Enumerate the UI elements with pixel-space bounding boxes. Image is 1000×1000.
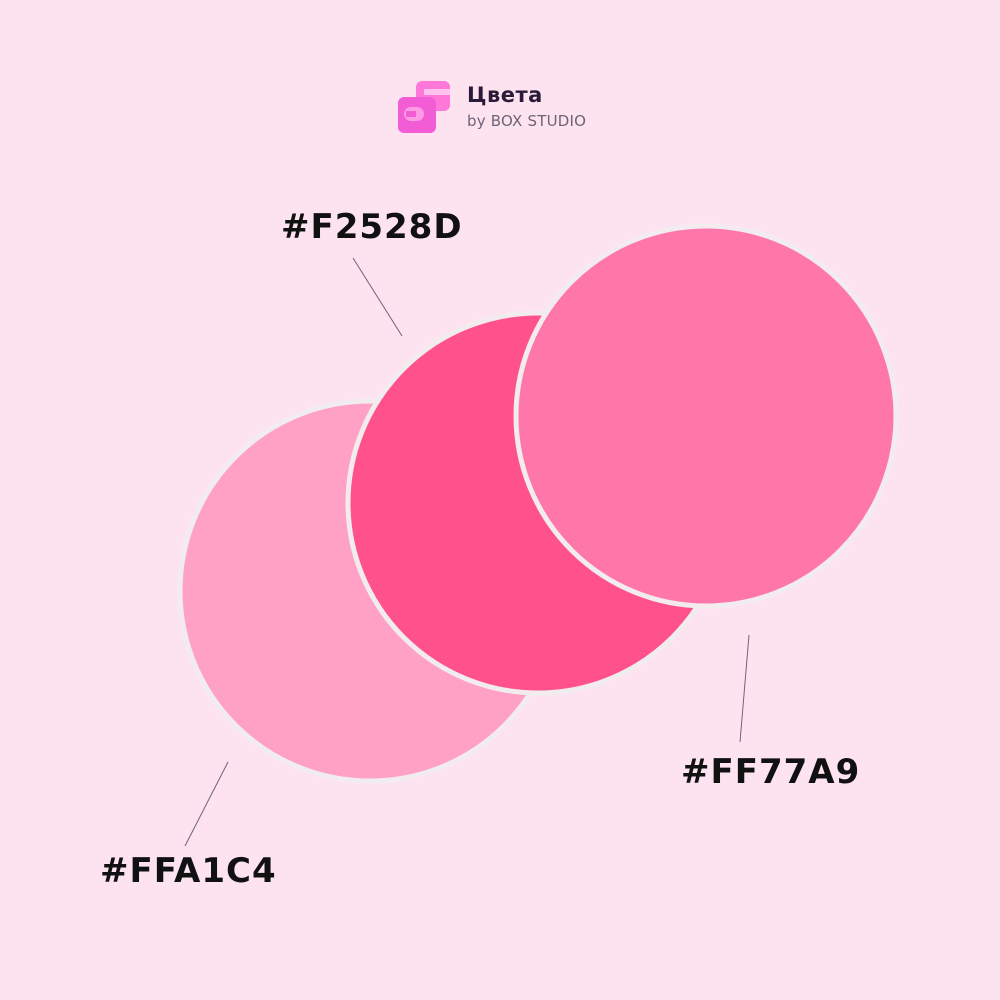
leader-line-light-pink — [184, 761, 229, 847]
swatch-label-light-pink: #FFA1C4 — [100, 851, 277, 891]
leader-line-medium-pink — [739, 634, 750, 743]
leader-line-hot-pink — [352, 257, 403, 337]
swatch-circle-medium-pink — [513, 223, 899, 609]
swatch-label-hot-pink: #F2528D — [281, 207, 463, 247]
swatch-label-medium-pink: #FF77A9 — [681, 752, 861, 792]
color-swatches — [177, 223, 899, 847]
